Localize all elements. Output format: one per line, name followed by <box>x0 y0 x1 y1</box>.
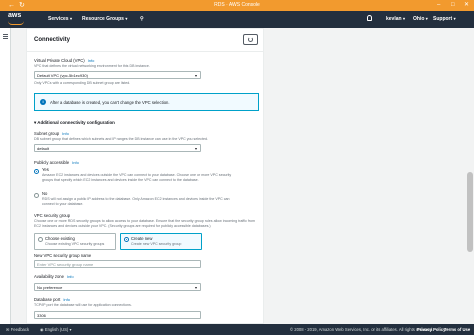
feedback-label: Feedback <box>10 327 30 332</box>
feedback-link[interactable]: ✉ Feedback <box>6 324 29 335</box>
account-label: kevlan <box>386 16 402 22</box>
availability-zone-label: Availability zone Info <box>34 274 74 280</box>
public-access-label-text: Publicly accessible <box>34 160 70 165</box>
support-label: Support <box>433 16 453 22</box>
caret-down-icon: ▾ <box>34 120 37 125</box>
resource-groups-label: Resource Groups <box>82 16 124 22</box>
panel-title: Connectivity <box>34 37 71 43</box>
chevron-down-icon: ▾ <box>425 16 428 21</box>
aws-logo[interactable]: aws <box>6 12 28 27</box>
database-port-label-text: Database port <box>34 297 61 302</box>
side-nav-toggle[interactable] <box>0 28 11 324</box>
alert-text: After a database is created, you can't c… <box>50 100 170 105</box>
choose-existing-radio[interactable] <box>38 237 43 242</box>
chevron-down-icon: ▾ <box>125 16 128 21</box>
choose-existing-desc: Choose existing VPC security groups <box>45 242 105 246</box>
database-port-desc: TCP/IP port the database will use for ap… <box>34 303 132 307</box>
subnet-group-select[interactable]: default ▾ <box>34 144 201 152</box>
database-port-input[interactable]: 3306 <box>34 311 201 319</box>
security-group-desc: Choose one or more RDS security groups t… <box>34 219 256 228</box>
maximize-icon[interactable]: □ <box>451 1 455 10</box>
console-footer: ✉ Feedback ◉ English (US) ▾ © 2008 - 201… <box>0 324 474 335</box>
refresh-icon <box>248 37 253 42</box>
vpc-label-text: Virtual Private Cloud (VPC) <box>34 58 85 63</box>
region-menu[interactable]: Ohio ▾ <box>413 15 428 23</box>
chevron-down-icon: ▾ <box>194 285 197 290</box>
additional-config-toggle[interactable]: ▾ Additional connectivity configuration <box>34 120 115 126</box>
support-menu[interactable]: Support ▾ <box>433 15 456 23</box>
window-title: RDS · AWS Console <box>214 2 260 8</box>
chevron-down-icon: ▾ <box>194 146 197 151</box>
vpc-info-alert: i After a database is created, you can't… <box>34 93 259 111</box>
refresh-button[interactable] <box>243 34 258 45</box>
panel-header: Connectivity <box>27 29 263 52</box>
subnet-description: DB subnet group that defines which subne… <box>34 137 208 141</box>
bell-icon[interactable] <box>367 15 372 21</box>
terms-of-use-link[interactable]: Terms of Use <box>444 324 470 335</box>
aws-nav-bar: aws Services ▾ Resource Groups ▾ ⚲ kevla… <box>0 11 474 28</box>
az-info-link[interactable]: Info <box>67 274 74 279</box>
create-new-desc: Create new VPC security group <box>131 242 182 246</box>
account-menu[interactable]: kevlan ▾ <box>386 15 405 23</box>
availability-zone-select[interactable]: No preference ▾ <box>34 283 201 291</box>
chevron-down-icon: ▾ <box>402 16 405 21</box>
info-icon: i <box>40 99 46 105</box>
connectivity-panel: Connectivity Virtual Private Cloud (VPC)… <box>26 28 264 324</box>
public-yes-radio[interactable] <box>34 169 39 174</box>
pin-icon[interactable]: ⚲ <box>140 15 144 23</box>
globe-icon: ◉ <box>40 327 44 332</box>
language-label: English (US) <box>44 327 69 332</box>
public-no-radio[interactable] <box>34 193 39 198</box>
additional-config-label: Additional connectivity configuration <box>37 120 115 125</box>
region-label: Ohio <box>413 16 425 22</box>
create-new-radio[interactable] <box>124 237 129 242</box>
vpc-note: Only VPCs with a corresponding DB subnet… <box>34 81 131 85</box>
vpc-description: VPC that defines the virtual networking … <box>34 64 150 68</box>
minimize-icon[interactable]: – <box>437 1 440 10</box>
choose-existing-tile[interactable]: Choose existing Choose existing VPC secu… <box>34 233 116 250</box>
availability-zone-label-text: Availability zone <box>34 274 64 279</box>
scrollbar-thumb[interactable] <box>467 172 473 252</box>
port-info-link[interactable]: Info <box>63 297 70 302</box>
resource-groups-menu[interactable]: Resource Groups ▾ <box>82 15 127 23</box>
copyright: © 2008 - 2019, Amazon Web Services, Inc.… <box>290 327 434 332</box>
chevron-down-icon: ▾ <box>194 73 197 78</box>
new-sg-name-label: New VPC security group name <box>34 253 92 258</box>
services-label: Services <box>48 16 69 22</box>
app-window: ← ↻ RDS · AWS Console – □ ✕ aws Services… <box>0 0 474 335</box>
public-access-label: Publicly accessible Info <box>34 160 79 166</box>
subnet-info-link[interactable]: Info <box>62 131 69 136</box>
language-selector[interactable]: ◉ English (US) ▾ <box>40 324 72 335</box>
services-menu[interactable]: Services ▾ <box>48 15 72 23</box>
az-select-value: No preference <box>37 285 63 290</box>
title-bar: ← ↻ RDS · AWS Console – □ ✕ <box>0 0 474 11</box>
vpc-select[interactable]: Default VPC (vpc-5b1ec930) ▾ <box>34 71 201 79</box>
vpc-select-value: Default VPC (vpc-5b1ec930) <box>37 73 88 78</box>
aws-smile-icon <box>8 21 24 25</box>
vpc-info-link[interactable]: Info <box>88 58 95 63</box>
feedback-icon: ✉ <box>6 327 10 332</box>
chevron-down-icon: ▾ <box>69 16 72 21</box>
aws-logo-text: aws <box>8 12 22 19</box>
subnet-group-label-text: Subnet group <box>34 131 60 136</box>
public-info-link[interactable]: Info <box>72 160 79 165</box>
close-icon[interactable]: ✕ <box>464 1 469 10</box>
menu-icon <box>3 34 8 35</box>
create-new-tile[interactable]: Create new Create new VPC security group <box>120 233 202 250</box>
new-sg-name-input[interactable]: Enter VPC security group name <box>34 260 201 268</box>
chevron-down-icon: ▾ <box>69 327 72 332</box>
public-no-desc: RDS will not assign a public IP address … <box>42 197 230 206</box>
subnet-select-value: default <box>37 146 50 151</box>
privacy-policy-link[interactable]: Privacy Policy <box>417 324 445 335</box>
public-yes-desc: Amazon EC2 instances and devices outside… <box>42 173 232 182</box>
chevron-down-icon: ▾ <box>453 16 456 21</box>
